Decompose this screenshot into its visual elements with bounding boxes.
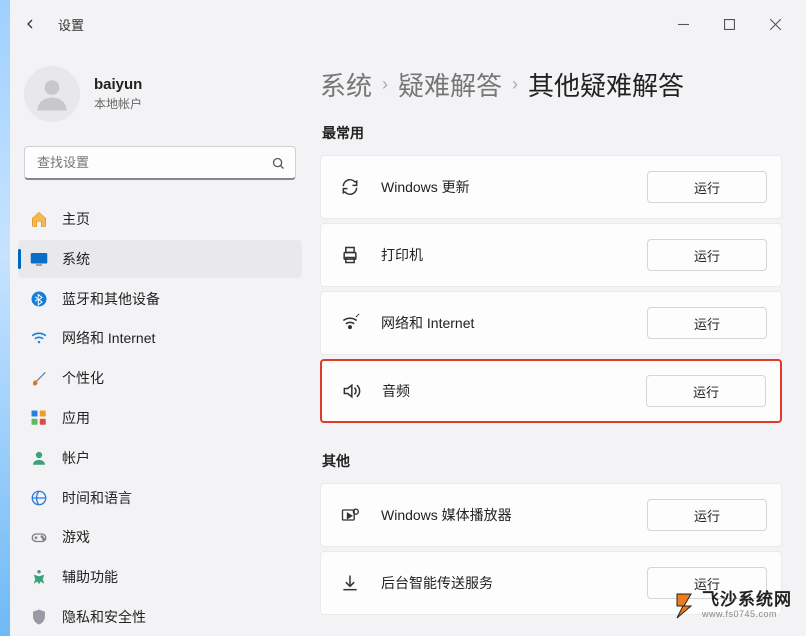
card-label: 音频 bbox=[382, 381, 626, 401]
breadcrumb-trouble[interactable]: 疑难解答 bbox=[398, 66, 502, 103]
card-windows-update: Windows 更新 运行 bbox=[320, 155, 782, 219]
speaker-icon bbox=[340, 380, 362, 402]
watermark-url: www.fs0745.com bbox=[702, 610, 792, 620]
download-icon bbox=[339, 572, 361, 594]
card-network: 网络和 Internet 运行 bbox=[320, 291, 782, 355]
user-type: 本地帐户 bbox=[94, 95, 142, 112]
sidebar-item-label: 蓝牙和其他设备 bbox=[62, 289, 160, 309]
sidebar-item-label: 辅助功能 bbox=[62, 567, 118, 587]
chevron-right-icon: › bbox=[382, 74, 388, 95]
username: baiyun bbox=[94, 76, 142, 93]
sidebar-item-accessibility[interactable]: 辅助功能 bbox=[18, 558, 302, 596]
window-controls bbox=[660, 8, 798, 40]
sidebar-item-label: 个性化 bbox=[62, 368, 104, 388]
system-icon bbox=[30, 250, 48, 268]
breadcrumb-system[interactable]: 系统 bbox=[320, 66, 372, 103]
card-label: 网络和 Internet bbox=[381, 313, 627, 333]
close-button[interactable] bbox=[752, 8, 798, 40]
search-input[interactable] bbox=[24, 146, 296, 180]
sidebar-nav: 主页 系统 蓝牙和其他设备 网络和 Internet 个性化 bbox=[18, 200, 302, 636]
sidebar-item-label: 帐户 bbox=[62, 448, 90, 468]
titlebar: 设置 bbox=[0, 0, 806, 48]
minimize-button[interactable] bbox=[660, 8, 706, 40]
apps-icon bbox=[30, 409, 48, 427]
user-account-row[interactable]: baiyun 本地帐户 bbox=[18, 60, 302, 136]
sidebar-item-label: 时间和语言 bbox=[62, 488, 132, 508]
sidebar-item-label: 游戏 bbox=[62, 527, 90, 547]
sidebar: baiyun 本地帐户 主页 系统 bbox=[0, 48, 310, 636]
watermark-text: 飞沙系统网 www.fs0745.com bbox=[702, 591, 792, 620]
wifi-signal-icon bbox=[339, 312, 361, 334]
wifi-icon bbox=[30, 329, 48, 347]
section-other-label: 其他 bbox=[322, 451, 782, 471]
frequent-cards: Windows 更新 运行 打印机 运行 网络和 Internet 运行 音频 … bbox=[320, 155, 782, 423]
sidebar-item-accounts[interactable]: 帐户 bbox=[18, 439, 302, 477]
run-button[interactable]: 运行 bbox=[647, 239, 767, 271]
printer-icon bbox=[339, 244, 361, 266]
left-accent-bar bbox=[0, 0, 10, 636]
sidebar-item-label: 隐私和安全性 bbox=[62, 607, 146, 627]
gamepad-icon bbox=[30, 528, 48, 546]
watermark-title: 飞沙系统网 bbox=[702, 591, 792, 610]
brush-icon bbox=[30, 369, 48, 387]
media-icon bbox=[339, 504, 361, 526]
home-icon bbox=[30, 210, 48, 228]
section-frequent-label: 最常用 bbox=[322, 123, 782, 143]
app-title: 设置 bbox=[58, 15, 84, 34]
sidebar-item-gaming[interactable]: 游戏 bbox=[18, 519, 302, 557]
sidebar-item-label: 应用 bbox=[62, 408, 90, 428]
search-icon[interactable] bbox=[268, 153, 288, 173]
card-label: Windows 更新 bbox=[381, 177, 627, 197]
titlebar-left: 设置 bbox=[20, 14, 84, 34]
sidebar-item-label: 系统 bbox=[62, 249, 90, 269]
card-printer: 打印机 运行 bbox=[320, 223, 782, 287]
bluetooth-icon bbox=[30, 290, 48, 308]
user-icon bbox=[30, 449, 48, 467]
sidebar-item-home[interactable]: 主页 bbox=[18, 200, 302, 238]
sidebar-item-personalization[interactable]: 个性化 bbox=[18, 359, 302, 397]
card-audio: 音频 运行 bbox=[320, 359, 782, 423]
watermark-logo-icon bbox=[674, 592, 694, 620]
accessibility-icon bbox=[30, 568, 48, 586]
chevron-right-icon: › bbox=[512, 74, 518, 95]
breadcrumb: 系统 › 疑难解答 › 其他疑难解答 bbox=[320, 66, 782, 103]
sidebar-item-network[interactable]: 网络和 Internet bbox=[18, 319, 302, 357]
user-info: baiyun 本地帐户 bbox=[94, 76, 142, 112]
refresh-icon bbox=[339, 176, 361, 198]
sidebar-item-label: 主页 bbox=[62, 209, 90, 229]
run-button[interactable]: 运行 bbox=[647, 171, 767, 203]
run-button[interactable]: 运行 bbox=[647, 307, 767, 339]
content: baiyun 本地帐户 主页 系统 bbox=[0, 48, 806, 636]
run-button[interactable]: 运行 bbox=[647, 499, 767, 531]
avatar bbox=[24, 66, 80, 122]
shield-icon bbox=[30, 608, 48, 626]
globe-clock-icon bbox=[30, 489, 48, 507]
card-label: Windows 媒体播放器 bbox=[381, 505, 627, 525]
maximize-button[interactable] bbox=[706, 8, 752, 40]
sidebar-item-system[interactable]: 系统 bbox=[18, 240, 302, 278]
search-wrap bbox=[24, 146, 296, 180]
breadcrumb-current: 其他疑难解答 bbox=[528, 66, 684, 103]
sidebar-item-apps[interactable]: 应用 bbox=[18, 399, 302, 437]
watermark: 飞沙系统网 www.fs0745.com bbox=[674, 591, 792, 620]
sidebar-item-time[interactable]: 时间和语言 bbox=[18, 479, 302, 517]
sidebar-item-privacy[interactable]: 隐私和安全性 bbox=[18, 598, 302, 636]
run-button[interactable]: 运行 bbox=[646, 375, 766, 407]
sidebar-item-bluetooth[interactable]: 蓝牙和其他设备 bbox=[18, 280, 302, 318]
card-label: 打印机 bbox=[381, 245, 627, 265]
main-panel: 系统 › 疑难解答 › 其他疑难解答 最常用 Windows 更新 运行 打印机… bbox=[310, 48, 806, 636]
card-media-player: Windows 媒体播放器 运行 bbox=[320, 483, 782, 547]
card-label: 后台智能传送服务 bbox=[381, 573, 627, 593]
back-button[interactable] bbox=[20, 14, 40, 34]
settings-window: 设置 baiyun 本地帐户 bbox=[0, 0, 806, 636]
sidebar-item-label: 网络和 Internet bbox=[62, 328, 155, 348]
